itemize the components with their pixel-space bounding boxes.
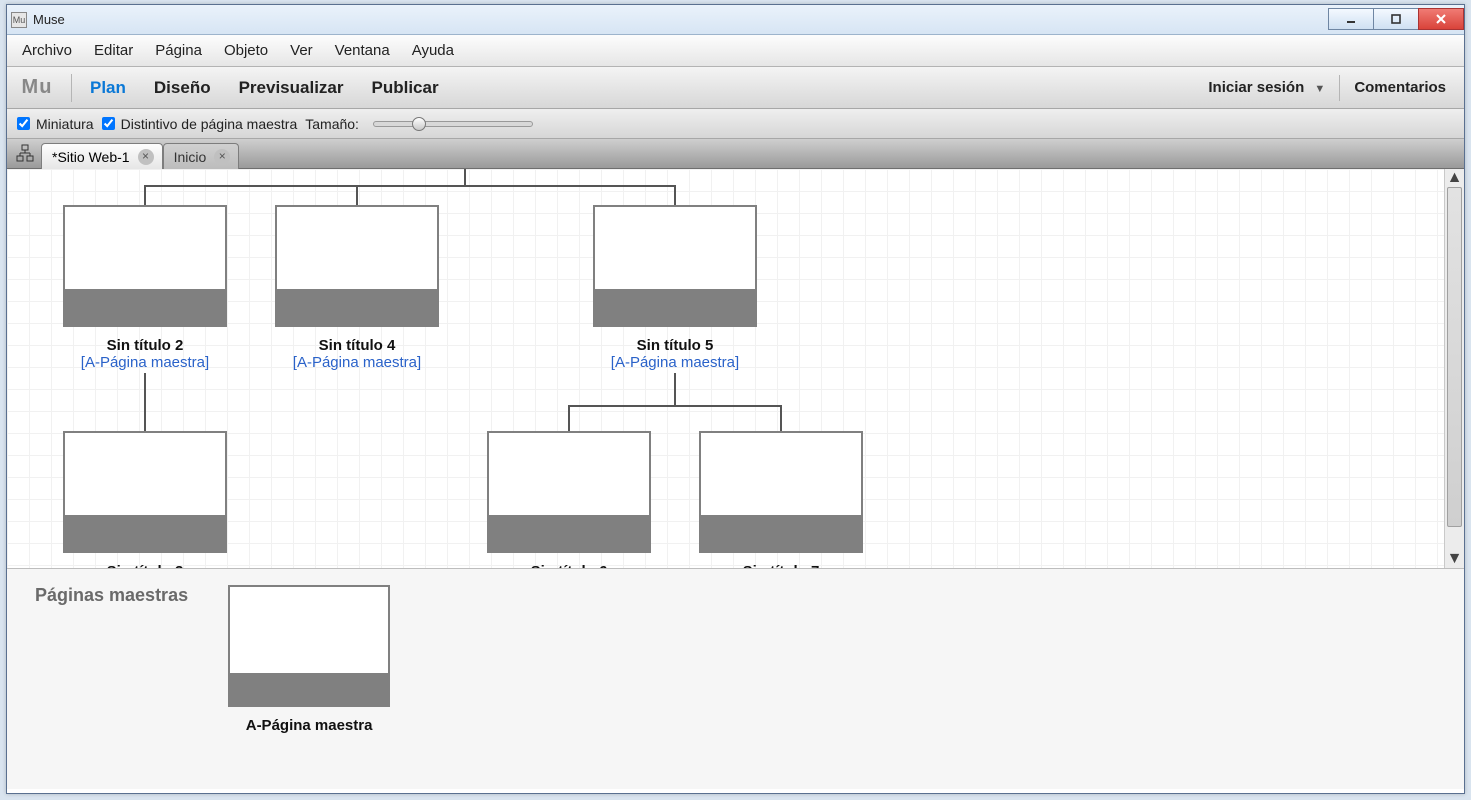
signin-label: Iniciar sesión bbox=[1208, 79, 1304, 96]
distintivo-label: Distintivo de página maestra bbox=[121, 116, 298, 132]
page-master-badge: [A-Página maestra] bbox=[593, 354, 757, 371]
options-bar: Miniatura Distintivo de página maestra T… bbox=[7, 109, 1464, 139]
menu-pagina[interactable]: Página bbox=[144, 38, 213, 63]
tab-label: *Sitio Web-1 bbox=[52, 149, 130, 165]
mode-bar: Mu Plan Diseño Previsualizar Publicar In… bbox=[7, 67, 1464, 109]
mode-previsualizar[interactable]: Previsualizar bbox=[225, 78, 358, 98]
maximize-button[interactable] bbox=[1373, 8, 1419, 30]
page-master-badge: [A-Página maestra] bbox=[63, 354, 227, 371]
menu-archivo[interactable]: Archivo bbox=[11, 38, 83, 63]
menu-ver[interactable]: Ver bbox=[279, 38, 324, 63]
connector-line bbox=[780, 405, 782, 431]
divider bbox=[1339, 75, 1340, 101]
menu-bar: Archivo Editar Página Objeto Ver Ventana… bbox=[7, 35, 1464, 67]
master-page-title: A-Página maestra bbox=[228, 717, 390, 734]
slider-thumb[interactable] bbox=[412, 117, 426, 131]
page-master-badge: [A-Página maestra] bbox=[275, 354, 439, 371]
sitemap-icon bbox=[13, 141, 37, 165]
window-controls bbox=[1329, 9, 1464, 30]
mu-logo: Mu bbox=[7, 76, 67, 99]
mode-publicar[interactable]: Publicar bbox=[358, 78, 453, 98]
close-tab-icon[interactable]: × bbox=[214, 149, 230, 165]
page-thumb-sin-titulo-2[interactable]: Sin título 2 [A-Página maestra] bbox=[63, 205, 227, 371]
signin-button[interactable]: Iniciar sesión ▼ bbox=[1208, 79, 1325, 96]
window-title: Muse bbox=[33, 12, 65, 27]
master-pages-heading: Páginas maestras bbox=[35, 585, 188, 606]
scroll-thumb[interactable] bbox=[1447, 187, 1462, 527]
chevron-down-icon: ▼ bbox=[1314, 83, 1325, 95]
mode-plan[interactable]: Plan bbox=[76, 78, 140, 98]
scroll-track[interactable] bbox=[1445, 187, 1464, 550]
master-page-thumb[interactable]: A-Página maestra bbox=[228, 585, 390, 734]
titlebar: Mu Muse bbox=[7, 5, 1464, 35]
connector-line bbox=[568, 405, 570, 431]
connector-line bbox=[568, 405, 782, 407]
distintivo-input[interactable] bbox=[102, 117, 115, 130]
connector-line bbox=[144, 373, 146, 431]
scroll-down-icon[interactable]: ▼ bbox=[1446, 550, 1464, 568]
page-thumb-sin-titulo-4[interactable]: Sin título 4 [A-Página maestra] bbox=[275, 205, 439, 371]
close-button[interactable] bbox=[1418, 8, 1464, 30]
miniatura-checkbox[interactable]: Miniatura bbox=[17, 116, 94, 132]
tab-label: Inicio bbox=[174, 149, 207, 165]
size-slider[interactable] bbox=[373, 121, 533, 127]
connector-line bbox=[144, 185, 676, 187]
connector-line bbox=[674, 185, 676, 205]
minimize-button[interactable] bbox=[1328, 8, 1374, 30]
connector-line bbox=[674, 373, 676, 405]
menu-ventana[interactable]: Ventana bbox=[324, 38, 401, 63]
close-tab-icon[interactable]: × bbox=[138, 149, 154, 165]
tab-inicio[interactable]: Inicio × bbox=[163, 143, 240, 169]
miniatura-input[interactable] bbox=[17, 117, 30, 130]
connector-line bbox=[144, 185, 146, 205]
connector-line bbox=[356, 185, 358, 205]
page-thumb-sin-titulo-3[interactable]: Sin título 3 bbox=[63, 431, 227, 568]
scroll-up-icon[interactable]: ▲ bbox=[1446, 169, 1464, 187]
page-title: Sin título 7 bbox=[699, 563, 863, 568]
connector-line bbox=[464, 169, 466, 185]
menu-ayuda[interactable]: Ayuda bbox=[401, 38, 465, 63]
menu-objeto[interactable]: Objeto bbox=[213, 38, 279, 63]
page-title: Sin título 5 bbox=[593, 337, 757, 354]
vertical-scrollbar[interactable]: ▲ ▼ bbox=[1444, 169, 1464, 568]
sitemap-canvas[interactable]: Sin título 2 [A-Página maestra] Sin títu… bbox=[7, 169, 1444, 568]
page-title: Sin título 6 bbox=[487, 563, 651, 568]
canvas-area: Sin título 2 [A-Página maestra] Sin títu… bbox=[7, 169, 1464, 569]
page-title: Sin título 4 bbox=[275, 337, 439, 354]
page-title: Sin título 3 bbox=[63, 563, 227, 568]
master-pages-panel: Páginas maestras A-Página maestra bbox=[7, 569, 1464, 789]
mode-diseno[interactable]: Diseño bbox=[140, 78, 225, 98]
comments-button[interactable]: Comentarios bbox=[1354, 79, 1464, 96]
page-thumb-sin-titulo-5[interactable]: Sin título 5 [A-Página maestra] bbox=[593, 205, 757, 371]
page-title: Sin título 2 bbox=[63, 337, 227, 354]
page-thumb-sin-titulo-7[interactable]: Sin título 7 bbox=[699, 431, 863, 568]
tamano-label: Tamaño: bbox=[305, 116, 359, 132]
miniatura-label: Miniatura bbox=[36, 116, 94, 132]
tab-strip: *Sitio Web-1 × Inicio × bbox=[7, 139, 1464, 169]
page-thumb-sin-titulo-6[interactable]: Sin título 6 bbox=[487, 431, 651, 568]
app-icon: Mu bbox=[11, 12, 27, 28]
tab-sitio-web-1[interactable]: *Sitio Web-1 × bbox=[41, 143, 163, 169]
app-window: Mu Muse Archivo Editar Página Objeto Ver… bbox=[6, 4, 1465, 794]
divider bbox=[71, 74, 72, 102]
menu-editar[interactable]: Editar bbox=[83, 38, 144, 63]
distintivo-checkbox[interactable]: Distintivo de página maestra bbox=[102, 116, 298, 132]
